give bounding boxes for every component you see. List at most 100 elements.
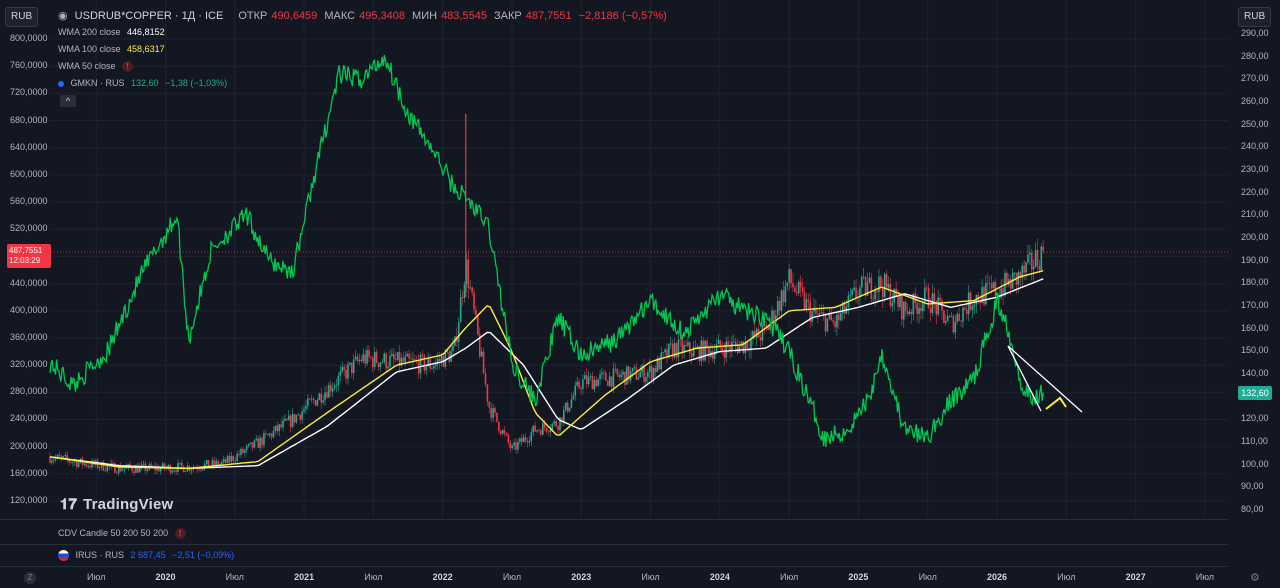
- wma100-legend[interactable]: WMA 100 close 458,6317: [58, 44, 169, 54]
- candle-body: [414, 359, 416, 361]
- candle-body: [310, 398, 313, 400]
- cdv-legend[interactable]: CDV Candle 50 200 50 200 !: [58, 528, 190, 539]
- candle-body: [368, 350, 370, 358]
- candle-body: [389, 356, 391, 367]
- pane-divider[interactable]: [0, 544, 1228, 545]
- candle-body: [70, 461, 72, 463]
- candle-body: [133, 471, 135, 473]
- candle-body: [387, 366, 389, 369]
- candle-body: [511, 445, 514, 449]
- candle-body: [761, 325, 764, 341]
- y-tick-left: 240,0000: [10, 413, 48, 424]
- candle-body: [213, 460, 216, 466]
- x-tick: Июл: [87, 572, 106, 582]
- candle-body: [232, 456, 235, 461]
- candle-body: [605, 372, 607, 381]
- candle-body: [391, 353, 393, 357]
- candle-body: [606, 380, 609, 386]
- symbol-title[interactable]: USDRUB*COPPER · 1Д · ICE: [75, 10, 224, 22]
- candle-body: [927, 287, 930, 309]
- warning-icon[interactable]: !: [174, 528, 186, 539]
- wma100-value: 458,6317: [127, 44, 165, 54]
- candle-body: [992, 282, 995, 289]
- y-tick-right: 140,00: [1241, 368, 1269, 378]
- tradingview-logo[interactable]: 𝟏𝟕 TradingView: [60, 496, 173, 513]
- candle-body: [438, 358, 441, 361]
- candle-body: [732, 341, 735, 343]
- x-tick: Июл: [779, 572, 799, 582]
- candle-body: [513, 442, 515, 446]
- candle-body: [643, 365, 645, 382]
- x-tick: 2021: [294, 572, 315, 582]
- candle-body: [228, 455, 231, 462]
- candle-body: [507, 434, 510, 443]
- candle-body: [328, 384, 330, 398]
- irus-legend[interactable]: IRUS · RUS 2 687,45 −2,51 (−0,09%): [58, 550, 238, 562]
- candle-body: [198, 469, 200, 470]
- x-tick: 2023: [571, 572, 592, 582]
- candle-body: [591, 375, 594, 390]
- candle-body: [836, 314, 838, 328]
- candle-body: [146, 469, 149, 471]
- warning-icon[interactable]: !: [122, 61, 134, 72]
- candle-body: [648, 365, 651, 372]
- candle-body: [906, 311, 909, 314]
- collapse-legend-button[interactable]: ^: [60, 95, 76, 107]
- candle-body: [1040, 246, 1043, 270]
- candle-body: [200, 469, 202, 471]
- price-chart[interactable]: [0, 0, 1280, 588]
- gmkn-legend[interactable]: GMKN · RUS 132,60 −1,38 (−1,03%): [58, 78, 231, 88]
- last-price: 487,7551: [9, 246, 43, 255]
- settings-icon[interactable]: ⚙: [1250, 571, 1260, 584]
- candle-body: [303, 409, 305, 412]
- lines-layer: [49, 54, 1044, 470]
- irus-change: −2,51 (−0,09%): [172, 550, 235, 560]
- last-price-tag: 487,7551 12:03:29: [7, 244, 51, 268]
- currency-right[interactable]: RUB: [1238, 7, 1272, 27]
- candle-body: [282, 420, 284, 428]
- y-tick-right: 160,00: [1241, 322, 1269, 333]
- candle-body: [305, 405, 307, 410]
- candle-body: [457, 322, 460, 342]
- x-tick: Июл: [918, 572, 937, 582]
- candle-body: [811, 311, 813, 322]
- zoom-icon[interactable]: Z: [24, 572, 36, 584]
- candles-layer: [49, 113, 1045, 477]
- candle-body: [257, 438, 259, 448]
- candle-body: [190, 469, 193, 471]
- y-tick-left: 760,0000: [10, 60, 48, 71]
- candle-body: [482, 351, 485, 374]
- wma200-legend[interactable]: WMA 200 close 446,8152: [58, 27, 169, 37]
- candle-body: [431, 368, 433, 369]
- candle-body: [366, 350, 368, 364]
- candle-body: [679, 339, 682, 341]
- candle-body: [211, 460, 214, 466]
- y-tick-left: 200,0000: [10, 440, 48, 451]
- candle-body: [524, 437, 527, 441]
- candle-body: [116, 472, 118, 474]
- pane-divider[interactable]: [0, 519, 1228, 520]
- candle-body: [618, 374, 620, 378]
- candle-body: [599, 374, 601, 380]
- low-value: 483,5545: [441, 10, 487, 22]
- pane-divider[interactable]: [0, 566, 1228, 567]
- wma50-legend[interactable]: WMA 50 close !: [58, 61, 137, 72]
- candle-body: [608, 376, 611, 386]
- candle-body: [180, 462, 183, 467]
- candle-body: [370, 357, 372, 358]
- candle-body: [265, 433, 267, 435]
- candle-body: [945, 321, 947, 323]
- candle-body: [803, 291, 806, 309]
- candle-body: [755, 328, 758, 338]
- candle-body: [240, 448, 242, 455]
- candle-body: [862, 276, 865, 278]
- candle-body: [860, 277, 863, 288]
- candle-body: [904, 301, 907, 312]
- candle-body: [706, 340, 708, 348]
- candle-body: [700, 340, 703, 362]
- currency-left[interactable]: RUB: [5, 7, 39, 27]
- candle-body: [244, 449, 246, 453]
- candle-body: [293, 414, 296, 423]
- candle-body: [75, 461, 78, 467]
- candle-body: [520, 438, 523, 443]
